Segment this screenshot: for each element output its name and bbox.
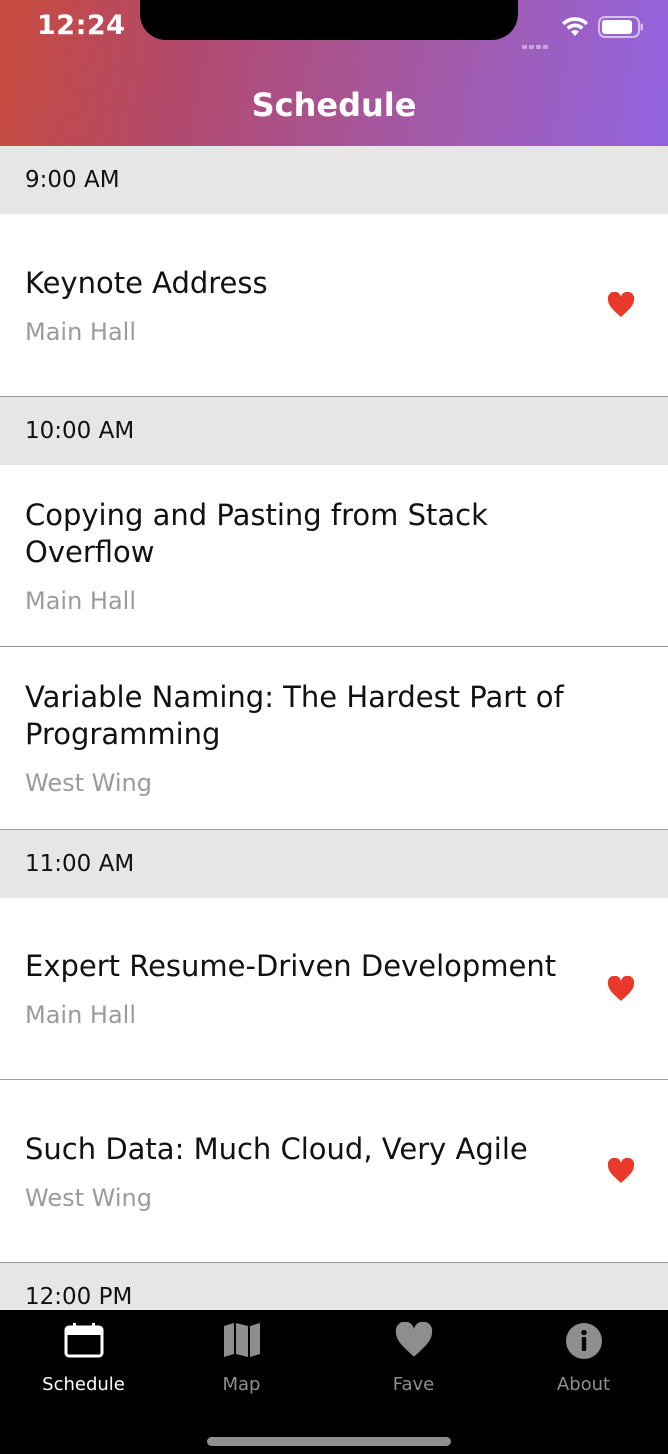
session-row[interactable]: Expert Resume-Driven Development Main Ha… [0, 898, 668, 1080]
map-icon [223, 1323, 260, 1357]
section-header: 11:00 AM [0, 830, 668, 898]
session-location: Main Hall [25, 586, 137, 615]
tab-fave[interactable]: Fave [330, 1310, 497, 1410]
tab-label: Schedule [42, 1374, 125, 1395]
status-time: 12:24 [37, 10, 126, 41]
tab-about[interactable]: About [500, 1310, 667, 1410]
tab-label: Fave [392, 1374, 435, 1395]
info-icon [565, 1323, 602, 1359]
home-indicator [207, 1437, 451, 1446]
session-location: West Wing [25, 1183, 152, 1212]
session-title: Variable Naming: The Hardest Part of Pro… [25, 680, 564, 751]
session-location: Main Hall [25, 1001, 137, 1029]
tab-map[interactable]: Map [158, 1310, 325, 1410]
session-title: Expert Resume-Driven Development [25, 949, 557, 983]
wifi-icon [562, 17, 588, 36]
nav-header: 12:24 Schedule [0, 0, 668, 146]
favorite-heart-icon[interactable] [607, 292, 635, 318]
session-row[interactable]: Variable Naming: The Hardest Part of Pro… [0, 647, 668, 830]
heart-icon [395, 1322, 432, 1357]
calendar-icon [64, 1323, 103, 1358]
section-header: 10:00 AM [0, 397, 668, 465]
tab-label: About [556, 1374, 611, 1395]
cellular-signal-icon [522, 30, 552, 49]
device-notch [140, 0, 518, 40]
section-header: 9:00 AM [0, 146, 668, 214]
page-title: Schedule [251, 86, 417, 124]
tab-bar: Schedule Map Fave About [0, 1310, 668, 1454]
session-row[interactable]: Keynote Address Main Hall [0, 214, 668, 397]
session-row[interactable]: Such Data: Much Cloud, Very Agile West W… [0, 1080, 668, 1263]
battery-icon [598, 16, 643, 38]
session-location: Main Hall [25, 317, 137, 346]
session-title: Copying and Pasting from Stack Overflow [25, 497, 488, 569]
session-row[interactable]: Copying and Pasting from Stack Overflow … [0, 465, 668, 647]
session-location: West Wing [25, 769, 152, 797]
session-title: Such Data: Much Cloud, Very Agile [25, 1131, 528, 1166]
tab-label: Map [222, 1374, 261, 1395]
favorite-heart-icon[interactable] [607, 975, 635, 1002]
session-title: Keynote Address [25, 265, 268, 300]
schedule-list[interactable]: 9:00 AM Keynote Address Main Hall 10:00 … [0, 146, 668, 1310]
section-header: 12:00 PM [0, 1263, 668, 1310]
favorite-heart-icon[interactable] [607, 1158, 635, 1184]
tab-schedule[interactable]: Schedule [0, 1310, 167, 1410]
